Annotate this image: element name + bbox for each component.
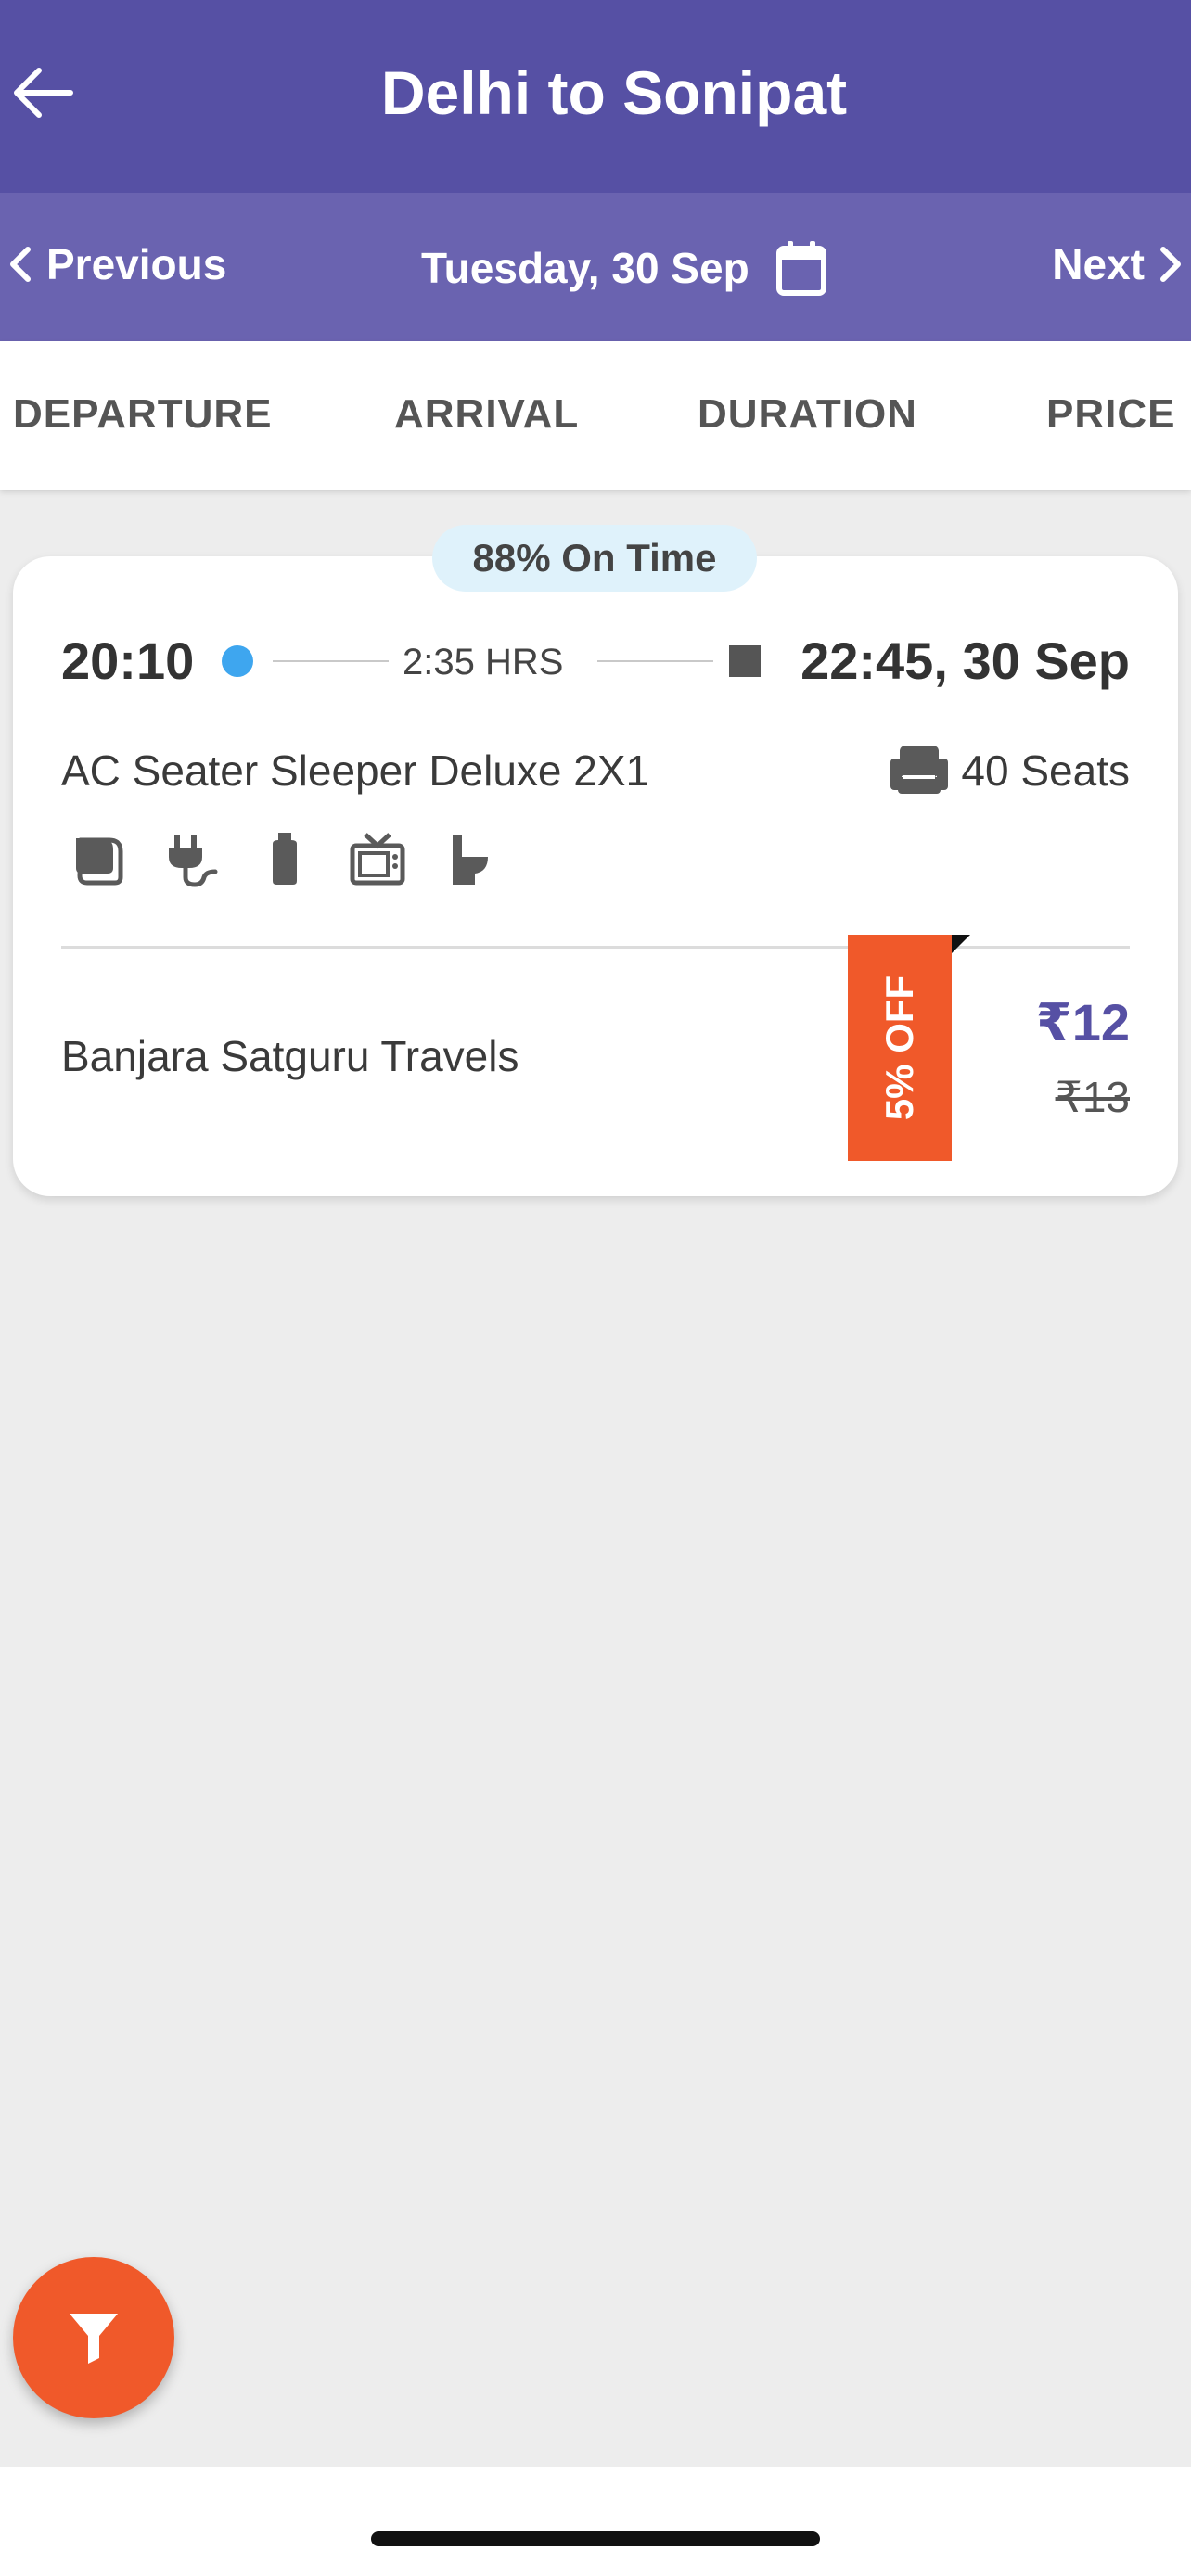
home-indicator[interactable]	[371, 2531, 820, 2546]
filter-icon	[70, 2314, 118, 2364]
sort-tab-duration[interactable]: DURATION	[698, 391, 917, 438]
operator-name: Banjara Satguru Travels	[61, 1032, 519, 1080]
seats-available: 40 Seats	[889, 742, 1130, 799]
bottom-safe-area	[0, 2467, 1191, 2576]
previous-label: Previous	[46, 240, 227, 288]
departure-time: 20:10	[61, 631, 195, 690]
water-bottle-icon	[256, 831, 314, 888]
toilet-icon	[442, 831, 499, 888]
page-title: Delhi to Sonipat	[380, 58, 848, 127]
blanket-icon	[70, 831, 128, 888]
route-line	[273, 660, 389, 662]
next-day-button[interactable]: Next	[1052, 239, 1184, 289]
original-fare-price: ₹13	[1055, 1073, 1130, 1121]
sort-bar: DEPARTURE ARRIVAL DURATION PRICE	[0, 341, 1191, 490]
calendar-icon	[775, 241, 826, 296]
bus-result-card[interactable]: 20:10 2:35 HRS 22:45, 30 Sep AC Seater S…	[13, 556, 1178, 1196]
sort-tab-arrival[interactable]: ARRIVAL	[394, 391, 579, 438]
selected-date: Tuesday, 30 Sep	[421, 244, 749, 292]
date-selector[interactable]: Tuesday, 30 Sep	[421, 239, 827, 297]
journey-duration: 2:35 HRS	[403, 642, 564, 682]
seats-label: 40 Seats	[961, 746, 1130, 795]
tv-icon	[349, 831, 406, 888]
route-line	[597, 660, 713, 662]
arrival-marker	[729, 645, 761, 677]
amenities-list	[70, 831, 499, 888]
date-navigation-bar: Previous Tuesday, 30 Sep Next	[0, 193, 1191, 341]
chevron-left-icon	[10, 247, 31, 282]
discount-label: 5% OFF	[877, 975, 922, 1121]
sort-tab-departure[interactable]: DEPARTURE	[13, 391, 273, 438]
bus-type: AC Seater Sleeper Deluxe 2X1	[61, 746, 650, 795]
departure-dot	[222, 645, 253, 677]
seat-icon	[890, 746, 949, 794]
discount-tag: 5% OFF	[848, 935, 952, 1161]
charging-point-icon	[163, 831, 221, 888]
previous-day-button[interactable]: Previous	[7, 239, 226, 289]
app-header: Delhi to Sonipat	[0, 0, 1191, 193]
next-label: Next	[1052, 240, 1145, 288]
discount-tag-fold	[952, 935, 970, 953]
filter-button[interactable]	[13, 2257, 174, 2418]
arrival-time: 22:45, 30 Sep	[800, 631, 1130, 690]
on-time-badge: 88% On Time	[432, 525, 757, 592]
fare-price: ₹12	[1035, 993, 1130, 1052]
sort-tab-price[interactable]: PRICE	[1046, 391, 1175, 438]
chevron-right-icon	[1160, 247, 1181, 282]
